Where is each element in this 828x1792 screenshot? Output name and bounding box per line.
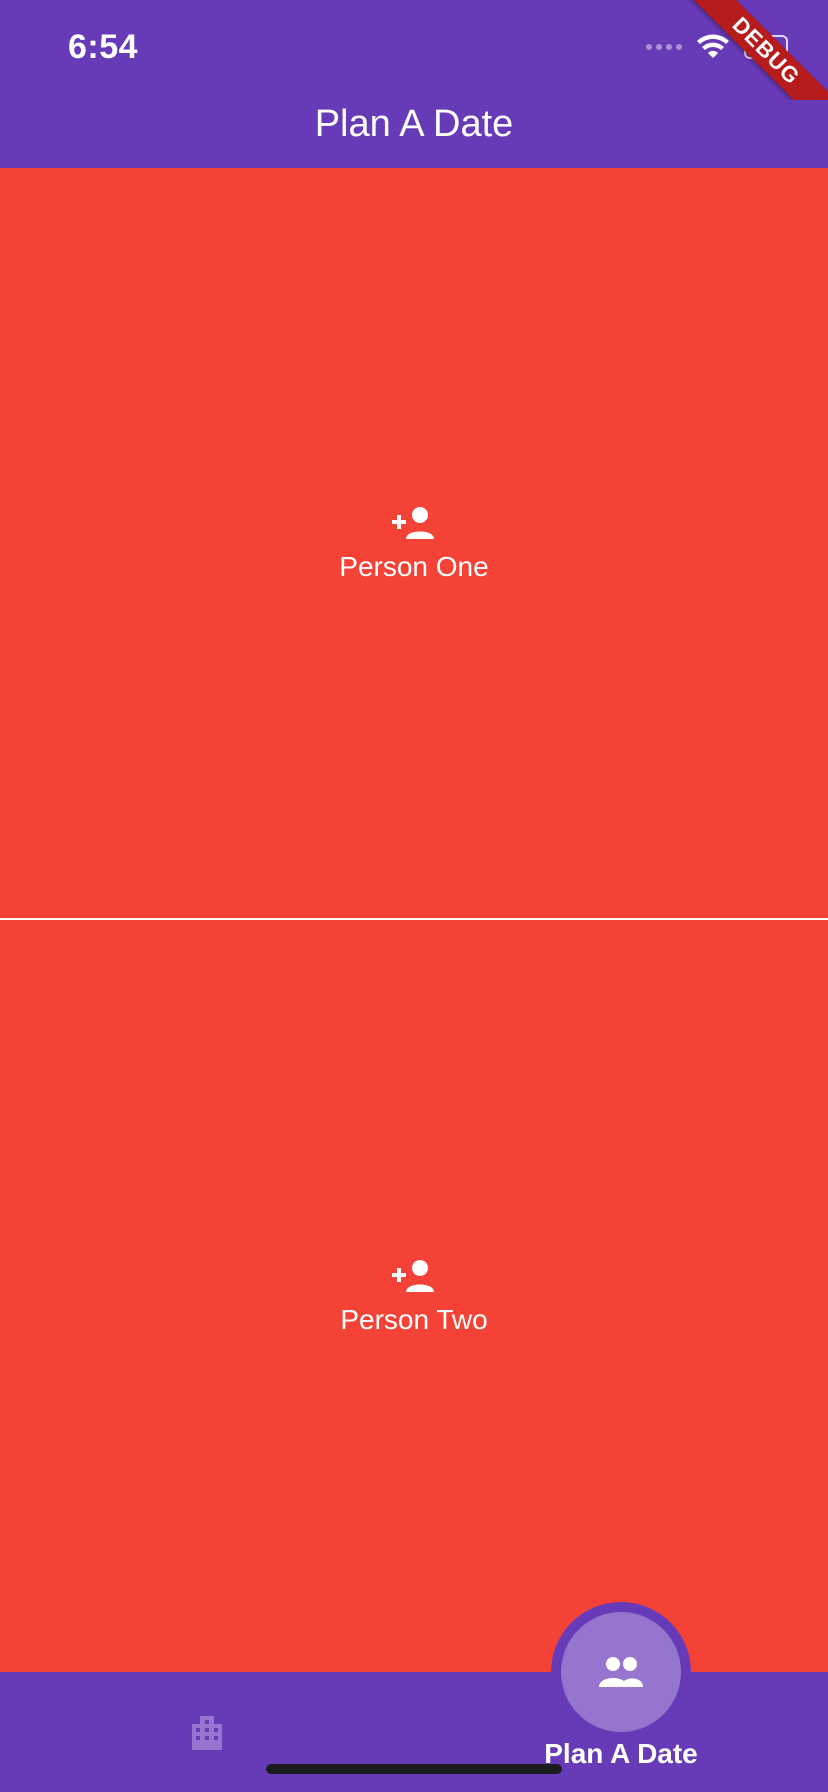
people-icon: [599, 1657, 643, 1687]
cellular-signal-icon: [646, 44, 682, 50]
person-one-label: Person One: [339, 551, 489, 582]
person-add-icon: [392, 507, 434, 539]
person-two-label: Person Two: [340, 1304, 488, 1335]
plan-a-date-fab[interactable]: [561, 1612, 681, 1732]
wifi-icon: [697, 34, 729, 58]
apartment-icon[interactable]: [186, 1710, 228, 1752]
person-two-panel[interactable]: Person Two: [0, 920, 828, 1672]
person-add-icon: [392, 1260, 434, 1292]
app-bar: Plan A Date: [0, 100, 828, 168]
bottom-navigation-bar: [0, 1672, 828, 1792]
page-title: Plan A Date: [314, 102, 514, 145]
person-one-panel[interactable]: Person One: [0, 168, 828, 918]
home-indicator[interactable]: [266, 1764, 562, 1774]
status-time: 6:54: [68, 28, 139, 66]
status-bar: 6:54: [0, 0, 828, 100]
